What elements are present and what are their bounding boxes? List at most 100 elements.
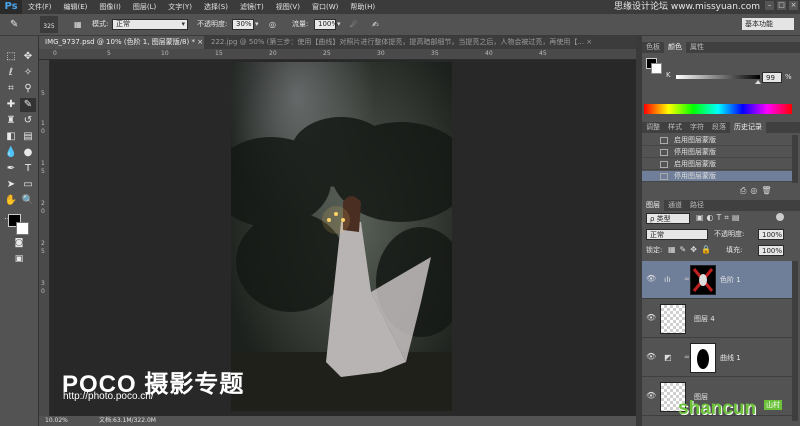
pressure-opacity-icon[interactable]: ◎: [269, 18, 276, 31]
tab-color[interactable]: 颜色: [664, 42, 686, 53]
lock-icons[interactable]: ▦✎✥🔒: [668, 245, 715, 254]
zoom-level[interactable]: 10.02%: [45, 416, 68, 426]
layer-row[interactable]: 👁 ılı ∞ 色阶 1: [642, 261, 792, 299]
menu-edit[interactable]: 编辑(E): [58, 0, 94, 14]
layers-scrollbar[interactable]: [792, 261, 798, 421]
pressure-size-icon[interactable]: ✍: [372, 18, 379, 31]
layer-row[interactable]: 👁 ◩ ∞ 曲线 1: [642, 339, 792, 377]
tab-paths[interactable]: 路径: [686, 200, 708, 211]
type-tool-icon[interactable]: T: [20, 162, 36, 176]
tab-styles[interactable]: 样式: [664, 122, 686, 133]
menu-image[interactable]: 图像(I): [93, 0, 127, 14]
menu-select[interactable]: 选择(S): [198, 0, 234, 14]
layer-filter-select[interactable]: ρ 类型: [646, 213, 690, 224]
visibility-eye-icon[interactable]: 👁: [646, 313, 656, 322]
history-item[interactable]: 启用图层蒙版: [642, 159, 792, 170]
layer-row[interactable]: 👁 图层 4: [642, 300, 792, 338]
background-color-swatch[interactable]: [16, 222, 29, 235]
menu-layer[interactable]: 图层(L): [127, 0, 162, 14]
layer-filter-icons[interactable]: ▣◐T⌗▤: [696, 213, 743, 223]
quick-select-tool-icon[interactable]: ✧: [20, 66, 36, 80]
zoom-tool-icon[interactable]: 🔍: [20, 194, 36, 208]
document-photo[interactable]: [231, 62, 452, 411]
history-brush-tool-icon[interactable]: ↺: [20, 114, 36, 128]
menu-help[interactable]: 帮助(H): [344, 0, 381, 14]
flow-field[interactable]: 100%: [314, 19, 338, 30]
layer-mask-thumbnail[interactable]: [690, 265, 716, 295]
k-value-field[interactable]: 99: [762, 72, 782, 83]
brush-panel-icon[interactable]: ▦: [74, 18, 82, 31]
tab-swatches[interactable]: 色板: [642, 42, 664, 53]
history-item[interactable]: 停用图层蒙版: [642, 147, 792, 158]
maximize-icon[interactable]: □: [777, 1, 786, 10]
marquee-tool-icon[interactable]: ⬚: [3, 50, 19, 64]
menu-file[interactable]: 文件(F): [22, 0, 58, 14]
workspace-select[interactable]: 基本功能: [742, 18, 794, 30]
eyedropper-tool-icon[interactable]: ⚲: [20, 82, 36, 96]
shape-tool-icon[interactable]: ▭: [20, 178, 36, 192]
move-tool-icon[interactable]: ✥: [20, 50, 36, 64]
menu-filter[interactable]: 滤镜(T): [234, 0, 270, 14]
menu-view[interactable]: 视图(V): [270, 0, 306, 14]
k-slider-thumb[interactable]: [755, 80, 761, 84]
screen-mode-icon[interactable]: ▣: [11, 252, 27, 266]
tab-history[interactable]: 历史记录: [730, 122, 766, 133]
history-step-icon: [660, 137, 668, 144]
gradient-tool-icon[interactable]: ▤: [20, 130, 36, 144]
dodge-tool-icon[interactable]: ●: [20, 146, 36, 160]
visibility-eye-icon[interactable]: 👁: [646, 391, 656, 400]
link-icon[interactable]: ∞: [684, 275, 690, 283]
tab-close-icon[interactable]: ×: [586, 38, 592, 46]
mode-select[interactable]: 正常: [112, 19, 188, 30]
color-bg-swatch[interactable]: [651, 63, 662, 74]
layer-thumbnail[interactable]: [660, 304, 686, 334]
blur-tool-icon[interactable]: 💧: [3, 146, 19, 160]
menu-type[interactable]: 文字(Y): [162, 0, 198, 14]
link-icon[interactable]: ∞: [684, 353, 690, 361]
tab-layers[interactable]: 图层: [642, 200, 664, 211]
quick-mask-icon[interactable]: ◙: [11, 236, 27, 250]
flow-slider-icon[interactable]: ▾: [337, 18, 341, 31]
layer-opacity-field[interactable]: 100%: [758, 229, 784, 240]
tab-close-icon[interactable]: ×: [197, 38, 203, 46]
airbrush-icon[interactable]: ☄: [350, 18, 357, 31]
tab-character[interactable]: 字符: [686, 122, 708, 133]
history-footer-icons[interactable]: ⎙◎🗑: [740, 186, 776, 196]
opacity-slider-icon[interactable]: ▾: [255, 18, 259, 31]
history-item[interactable]: 启用图层蒙版: [642, 135, 792, 146]
brush-tool-icon[interactable]: ✎: [20, 98, 36, 112]
eraser-tool-icon[interactable]: ◧: [3, 130, 19, 144]
clone-stamp-tool-icon[interactable]: ♜: [3, 114, 19, 128]
hand-tool-icon[interactable]: ✋: [3, 194, 19, 208]
pen-tool-icon[interactable]: ✒: [3, 162, 19, 176]
history-item-current[interactable]: 停用图层蒙版: [642, 171, 792, 182]
tab-channels[interactable]: 通道: [664, 200, 686, 211]
k-slider[interactable]: [676, 75, 760, 79]
tab-img9737[interactable]: IMG_9737.psd @ 10% (色阶 1, 图层蒙版/8) * ×: [39, 36, 204, 49]
brush-tool-icon[interactable]: ✎: [10, 18, 18, 31]
blend-mode-select[interactable]: 正常: [646, 229, 708, 240]
opacity-field[interactable]: 30%: [232, 19, 254, 30]
brush-preset-picker[interactable]: 325: [40, 16, 58, 33]
crop-tool-icon[interactable]: ⌗: [3, 82, 19, 96]
lasso-tool-icon[interactable]: ℓ: [3, 66, 19, 80]
ruler-tick: 5: [41, 248, 45, 255]
minimize-icon[interactable]: –: [765, 1, 774, 10]
tab-adjustments[interactable]: 调整: [642, 122, 664, 133]
close-icon[interactable]: ×: [789, 1, 798, 10]
ruler-tick: 25: [323, 50, 331, 57]
history-scrollbar[interactable]: [792, 135, 798, 183]
menu-window[interactable]: 窗口(W): [306, 0, 344, 14]
layer-fill-field[interactable]: 100%: [758, 245, 784, 256]
tab-222jpg[interactable]: 222.jpg @ 50% (第三步：使用【曲线】对照片进行整体提亮，提高暗部细…: [205, 36, 639, 49]
visibility-eye-icon[interactable]: 👁: [646, 352, 656, 361]
healing-tool-icon[interactable]: ✚: [3, 98, 19, 112]
visibility-eye-icon[interactable]: 👁: [646, 274, 656, 283]
filter-toggle[interactable]: [776, 213, 784, 221]
tab-properties[interactable]: 属性: [686, 42, 708, 53]
k-unit: %: [785, 73, 792, 81]
layer-mask-thumbnail[interactable]: [690, 343, 716, 373]
path-select-tool-icon[interactable]: ➤: [3, 178, 19, 192]
color-spectrum-bar[interactable]: [644, 104, 792, 114]
tab-paragraph[interactable]: 段落: [708, 122, 730, 133]
